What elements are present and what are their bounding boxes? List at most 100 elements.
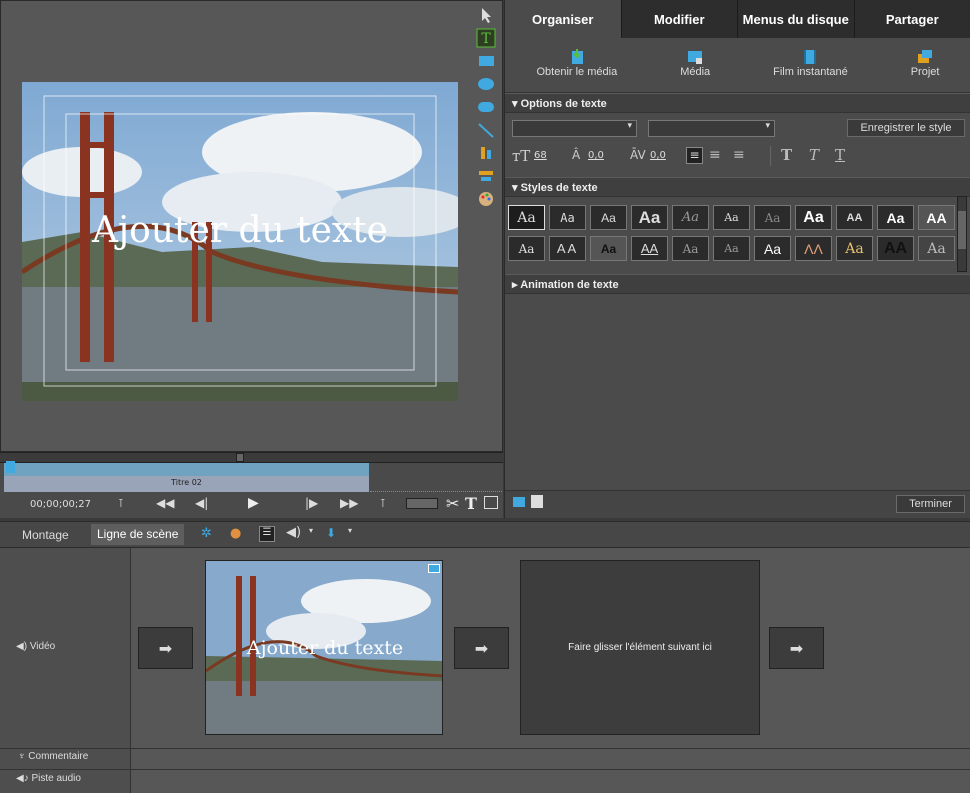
done-button[interactable]: Terminer [896,495,965,513]
align-center-icon[interactable]: ≡ [709,147,721,163]
style-swatch[interactable]: Aa [508,236,545,261]
rectangle-tool-icon[interactable] [476,51,496,71]
transition-slot[interactable]: ➡ [138,627,193,669]
selection-arrow-icon[interactable] [476,5,496,25]
project-button[interactable]: Projet [911,38,939,92]
style-swatch[interactable]: Aa [918,236,955,261]
dropdown-arrow-icon[interactable]: ▾ [309,526,313,535]
font-size-value[interactable]: 68 [534,150,547,161]
clip-badge-icon [428,564,440,573]
drop-target[interactable]: Faire glisser l'élément suivant ici [520,560,760,735]
styles-scrollbar[interactable] [957,196,967,272]
style-swatch[interactable]: Aa [754,205,791,230]
tools-column: T [475,5,499,245]
font-style-dropdown[interactable]: ▾ [648,120,775,137]
media-button[interactable]: Média [680,38,710,92]
ellipse-tool-icon[interactable] [476,74,496,94]
scroll-thumb[interactable] [236,453,244,462]
volume-icon[interactable]: ◀) [286,525,301,540]
dropdown-arrow-icon[interactable]: ▾ [348,526,352,535]
text-animation-header[interactable]: ▸ Animation de texte [505,274,970,294]
clip-bar[interactable]: Titre 02 [4,476,369,492]
style-swatch[interactable]: AA [549,236,586,261]
smart-fix-icon[interactable]: ✲ [201,526,212,541]
style-swatch[interactable]: Aa [877,205,914,230]
tab-ligne-de-scene[interactable]: Ligne de scène [91,524,185,545]
divider [131,769,970,770]
tab-menus-disque[interactable]: Menus du disque [738,0,855,38]
text-format-row: тT 68 Â 0,0 ĀV 0,0 ≡ ≡ ≡ T T T [512,146,966,167]
style-swatch[interactable]: ΛΛ [795,236,832,261]
text-options-header[interactable]: ▾ Options de texte [505,93,970,113]
tab-partager[interactable]: Partager [854,0,970,38]
text-tool-icon[interactable]: T [476,28,496,48]
bold-icon[interactable]: T [781,146,792,164]
style-swatch[interactable]: Aa [590,205,627,230]
preview-frame[interactable]: Ajouter du texte [22,82,458,401]
mark-out-icon[interactable]: ⊺ [380,497,386,510]
title-tool-icon[interactable]: T [465,494,477,513]
style-swatch[interactable]: Aa [713,236,750,261]
italic-icon[interactable]: T [809,146,819,164]
style-swatch[interactable]: Aa [672,236,709,261]
instant-movie-button[interactable]: Film instantané [773,38,848,92]
tab-modifier[interactable]: Modifier [621,0,738,38]
align-tool-icon[interactable] [476,143,496,163]
folder-icon[interactable] [513,497,525,507]
document-icon[interactable] [531,495,543,508]
scroll-thumb[interactable] [958,211,966,249]
style-swatch[interactable]: Aa [631,205,668,230]
divider [131,748,970,749]
mini-timeline-scrollbar[interactable] [0,453,503,463]
leading-value[interactable]: 0,0 [588,150,604,161]
style-swatch[interactable]: Aa [795,205,832,230]
transition-slot[interactable]: ➡ [454,627,509,669]
rounded-rect-tool-icon[interactable] [476,97,496,117]
style-swatch[interactable]: AA [918,205,955,230]
kerning-icon: ĀV [630,148,646,162]
scene-clip[interactable]: Ajouter du texte [205,560,443,735]
preview-title-text[interactable]: Ajouter du texte [22,210,458,251]
style-swatch[interactable]: AA [836,205,873,230]
style-swatch[interactable]: AA [877,236,914,261]
rewind-icon[interactable]: ◀◀ [156,496,174,510]
tab-montage[interactable]: Montage [22,528,69,542]
snapshot-icon[interactable] [484,496,498,509]
step-back-icon[interactable]: ◀| [195,496,208,510]
properties-icon[interactable]: ☰ [259,526,275,542]
scissors-icon[interactable]: ✂ [446,494,459,513]
mark-in-icon[interactable]: ⊺ [118,497,124,510]
dropdown-arrow-icon: ▾ [765,121,770,131]
timecode: 00;00;00;27 [30,499,92,510]
app-window: Ajouter du texte T Titre 02 00;00;00;27 … [0,0,970,793]
style-swatch[interactable]: AA [631,236,668,261]
right-panel: Organiser Modifier Menus du disque Parta… [504,0,970,518]
style-swatch[interactable]: Aa [590,236,627,261]
marker-icon[interactable]: ⬇ [326,526,336,540]
play-icon[interactable]: ▶ [248,495,259,511]
get-media-button[interactable]: Obtenir le média [536,38,617,92]
style-swatch[interactable]: Aa [836,236,873,261]
center-tool-icon[interactable] [476,166,496,186]
underline-icon[interactable]: T [835,146,845,164]
transition-slot[interactable]: ➡ [769,627,824,669]
save-style-button[interactable]: Enregistrer le style [847,119,965,137]
fast-forward-icon[interactable]: ▶▶ [340,496,358,510]
style-swatch[interactable]: Aa [713,205,750,230]
style-swatch[interactable]: Aa [672,205,709,230]
style-swatch[interactable]: Aa [754,236,791,261]
text-styles-header[interactable]: ▾ Styles de texte [505,177,970,197]
align-right-icon[interactable]: ≡ [733,147,745,163]
effects-icon[interactable]: ● [230,526,241,541]
line-tool-icon[interactable] [476,120,496,140]
font-family-dropdown[interactable]: ▾ [512,120,637,137]
tab-organiser[interactable]: Organiser [505,0,622,38]
step-forward-icon[interactable]: |▶ [305,496,318,510]
style-swatch[interactable]: Aa [549,205,586,230]
kerning-value[interactable]: 0,0 [650,150,666,161]
shuttle-slider[interactable] [406,498,438,509]
playhead[interactable] [6,461,15,473]
color-palette-icon[interactable] [476,189,496,209]
align-left-icon[interactable]: ≡ [686,147,703,164]
style-swatch[interactable]: Aa [508,205,545,230]
